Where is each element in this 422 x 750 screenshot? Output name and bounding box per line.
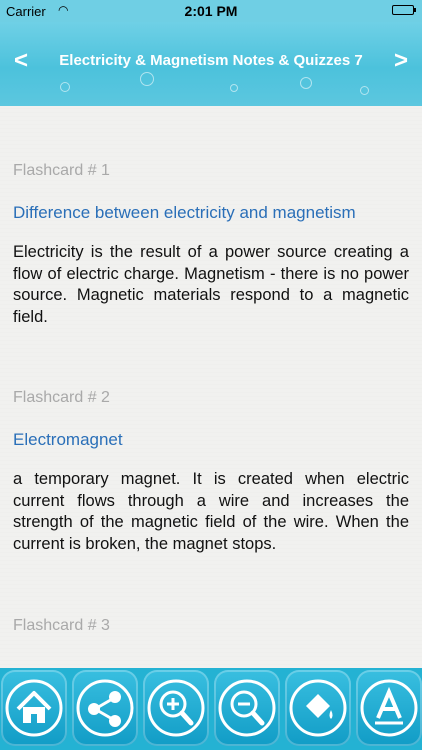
bubble-decoration	[140, 72, 154, 86]
bubble-decoration	[360, 86, 369, 95]
home-button[interactable]	[1, 670, 67, 746]
zoom-out-icon	[218, 679, 276, 737]
bubble-decoration	[300, 77, 312, 89]
flashcard-label: Flashcard # 3	[13, 617, 110, 634]
nav-bar: < Electricity & Magnetism Notes & Quizze…	[0, 22, 422, 106]
bubble-decoration	[60, 82, 70, 92]
battery-icon	[392, 5, 416, 15]
forward-button[interactable]: >	[394, 47, 408, 75]
flashcard-title: Electromagnet	[13, 430, 123, 449]
share-button[interactable]	[72, 670, 138, 746]
flashcard-3: Flashcard # 3	[13, 617, 409, 635]
bottom-toolbar	[0, 668, 422, 750]
flashcard-body: Electricity is the result of a power sou…	[13, 243, 409, 326]
flashcard-label: Flashcard # 2	[13, 389, 110, 406]
font-button[interactable]	[356, 670, 422, 746]
status-bar: Carrier ◠ 2:01 PM	[0, 0, 422, 22]
zoom-in-button[interactable]	[143, 670, 209, 746]
home-icon	[5, 679, 63, 737]
bubble-decoration	[230, 84, 238, 92]
zoom-out-button[interactable]	[214, 670, 280, 746]
page-title: Electricity & Magnetism Notes & Quizzes …	[59, 52, 363, 69]
flashcard-2: Flashcard # 2 Electromagnet a temporary …	[13, 389, 409, 553]
flashcard-title: Difference between electricity and magne…	[13, 203, 356, 222]
paint-bucket-button[interactable]	[285, 670, 351, 746]
clock: 2:01 PM	[184, 3, 238, 19]
paint-bucket-icon	[289, 679, 347, 737]
flashcard-list[interactable]: Flashcard # 1 Difference between electri…	[0, 106, 422, 668]
zoom-in-icon	[147, 679, 205, 737]
share-icon	[76, 679, 134, 737]
flashcard-1: Flashcard # 1 Difference between electri…	[13, 162, 409, 326]
font-icon	[360, 679, 418, 737]
flashcard-label: Flashcard # 1	[13, 162, 110, 179]
flashcard-body: a temporary magnet. It is created when e…	[13, 470, 409, 553]
